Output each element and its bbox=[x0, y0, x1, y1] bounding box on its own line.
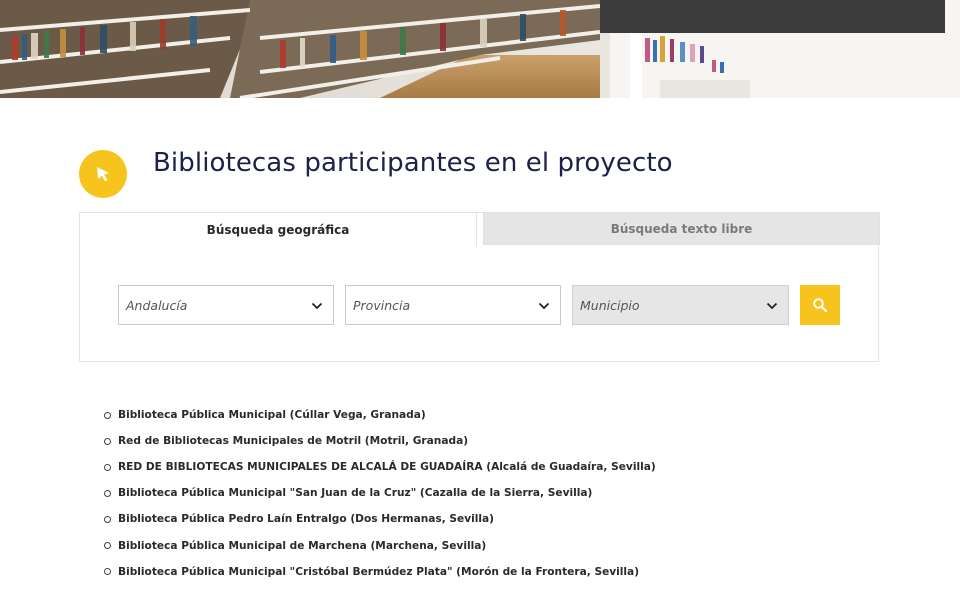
library-name: RED DE BIBLIOTECAS MUNICIPALES DE ALCALÁ… bbox=[118, 461, 656, 474]
municipality-select-value: Municipio bbox=[580, 297, 640, 313]
chevron-down-icon bbox=[766, 302, 778, 310]
search-panel: Búsqueda geográfica Búsqueda texto libre… bbox=[79, 212, 880, 362]
hero-dark-overlay bbox=[600, 0, 945, 33]
province-select[interactable]: Provincia bbox=[345, 285, 561, 325]
library-list-item[interactable]: Biblioteca Pública Pedro Laín Entralgo (… bbox=[104, 506, 656, 532]
region-select[interactable]: Andalucía bbox=[118, 285, 334, 325]
search-button[interactable] bbox=[800, 285, 840, 325]
bullet-icon bbox=[104, 568, 111, 576]
library-list: Biblioteca Pública Municipal (Cúllar Veg… bbox=[104, 402, 656, 585]
bullet-icon bbox=[104, 437, 111, 445]
library-name: Biblioteca Pública Municipal de Marchena… bbox=[118, 539, 487, 552]
library-name: Biblioteca Pública Municipal (Cúllar Veg… bbox=[118, 409, 426, 422]
library-name: Biblioteca Pública Municipal "San Juan d… bbox=[118, 487, 593, 500]
page-title: Bibliotecas participantes en el proyecto bbox=[153, 148, 673, 178]
province-select-value: Provincia bbox=[353, 297, 411, 313]
bullet-icon bbox=[104, 411, 111, 419]
bullet-icon bbox=[104, 489, 111, 497]
library-name: Red de Bibliotecas Municipales de Motril… bbox=[118, 435, 469, 448]
library-list-item[interactable]: Biblioteca Pública Municipal "San Juan d… bbox=[104, 480, 656, 506]
library-list-item[interactable]: Red de Bibliotecas Municipales de Motril… bbox=[104, 428, 656, 454]
region-select-value: Andalucía bbox=[126, 297, 188, 313]
library-name: Biblioteca Pública Municipal "Cristóbal … bbox=[118, 565, 640, 578]
library-list-item[interactable]: Biblioteca Pública Municipal "Cristóbal … bbox=[104, 559, 656, 585]
municipality-select[interactable]: Municipio bbox=[572, 285, 789, 325]
bullet-icon bbox=[104, 463, 111, 471]
hero-banner-image bbox=[0, 0, 960, 98]
cursor-pointer-icon bbox=[79, 150, 127, 198]
tab-free-text-search[interactable]: Búsqueda texto libre bbox=[483, 212, 880, 245]
bullet-icon bbox=[104, 515, 111, 523]
library-list-item[interactable]: Biblioteca Pública Municipal (Cúllar Veg… bbox=[104, 402, 656, 428]
chevron-down-icon bbox=[311, 302, 323, 310]
library-list-item[interactable]: Biblioteca Pública Municipal de Marchena… bbox=[104, 532, 656, 558]
library-name: Biblioteca Pública Pedro Laín Entralgo (… bbox=[118, 513, 495, 526]
chevron-down-icon bbox=[538, 302, 550, 310]
bullet-icon bbox=[104, 542, 111, 550]
library-list-item[interactable]: RED DE BIBLIOTECAS MUNICIPALES DE ALCALÁ… bbox=[104, 454, 656, 480]
search-icon bbox=[813, 298, 828, 313]
tab-geographic-search[interactable]: Búsqueda geográfica bbox=[79, 212, 477, 246]
